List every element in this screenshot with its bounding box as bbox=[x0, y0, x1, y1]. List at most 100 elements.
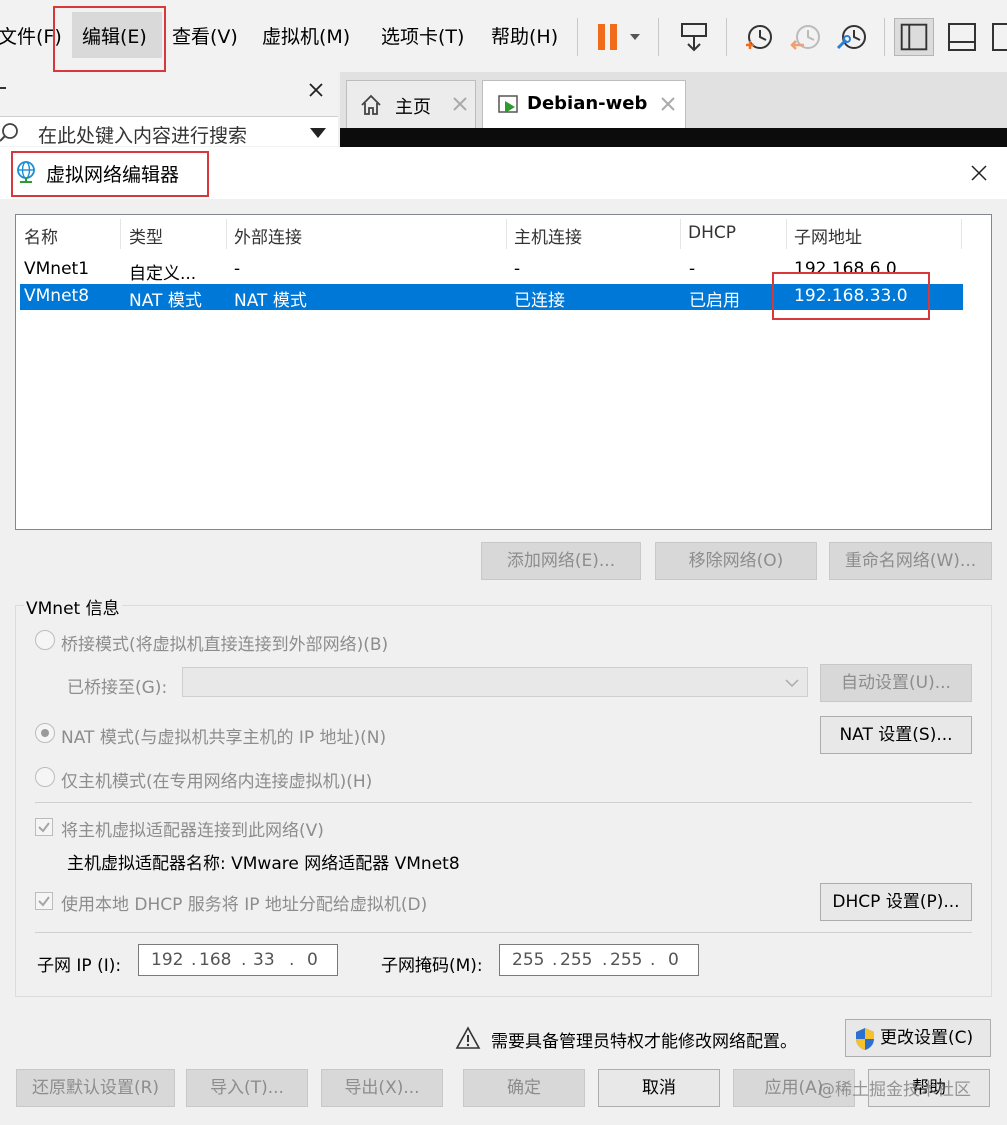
rename-network-button[interactable]: 重命名网络(W)... bbox=[829, 542, 992, 580]
tab-debian-web[interactable]: Debian-web bbox=[482, 80, 686, 128]
column-divider bbox=[226, 219, 227, 249]
chevron-down-icon[interactable] bbox=[308, 127, 328, 139]
auto-settings-button[interactable]: 自动设置(U)... bbox=[820, 664, 972, 702]
import-button[interactable]: 导入(T)... bbox=[186, 1069, 308, 1107]
menu-vm[interactable]: 虚拟机(M) bbox=[262, 22, 350, 49]
cell-name: VMnet1 bbox=[24, 259, 90, 279]
divider bbox=[35, 802, 972, 803]
cell-external: - bbox=[234, 259, 241, 279]
show-library-button[interactable] bbox=[894, 18, 934, 56]
vm-running-icon bbox=[498, 95, 518, 113]
column-header-name[interactable]: 名称 bbox=[24, 223, 58, 248]
ip-dot: . bbox=[241, 950, 247, 970]
change-settings-label: 更改设置(C) bbox=[880, 1028, 974, 1048]
library-edge-icon bbox=[0, 87, 6, 89]
toolbar-separator bbox=[577, 18, 578, 56]
send-ctrl-alt-del-button[interactable] bbox=[676, 18, 716, 56]
dhcp-settings-button[interactable]: DHCP 设置(P)... bbox=[820, 883, 972, 921]
host-only-radio[interactable] bbox=[35, 767, 55, 787]
column-header-subnet[interactable]: 子网地址 bbox=[794, 223, 862, 248]
ip-dot: . bbox=[650, 950, 656, 970]
watermark-text: @稀土掘金技术社区 bbox=[818, 1080, 971, 1100]
tab-home-label: 主页 bbox=[395, 97, 431, 118]
subnet-mask-label: 子网掩码(M): bbox=[381, 956, 483, 976]
menubar: 文件(F) 编辑(E) 查看(V) 虚拟机(M) 选项卡(T) 帮助(H) bbox=[0, 0, 1007, 72]
tab-close-icon[interactable] bbox=[451, 95, 469, 113]
adapter-name-label: 主机虚拟适配器名称: VMware 网络适配器 VMnet8 bbox=[67, 854, 460, 874]
ok-button[interactable]: 确定 bbox=[463, 1069, 585, 1107]
ip-octet: 33 bbox=[253, 950, 275, 970]
cell-host: 已连接 bbox=[514, 291, 565, 311]
column-header-dhcp[interactable]: DHCP bbox=[688, 223, 736, 243]
restore-defaults-button[interactable]: 还原默认设置(R) bbox=[16, 1069, 175, 1107]
search-input[interactable]: 在此处键入内容进行搜索 bbox=[38, 121, 247, 148]
remove-network-button[interactable]: 移除网络(O) bbox=[655, 542, 817, 580]
bridge-mode-radio[interactable] bbox=[35, 630, 55, 650]
fullscreen-button[interactable] bbox=[988, 18, 1007, 56]
dialog-titlebar: 虚拟网络编辑器 bbox=[0, 147, 1007, 199]
nat-mode-radio[interactable] bbox=[35, 723, 55, 743]
column-divider bbox=[506, 219, 507, 249]
connect-adapter-checkbox[interactable] bbox=[35, 818, 53, 836]
column-divider bbox=[961, 219, 962, 249]
fullscreen-icon bbox=[992, 23, 1007, 51]
uac-shield-icon bbox=[856, 1028, 874, 1050]
column-header-host[interactable]: 主机连接 bbox=[514, 223, 582, 248]
library-header-fragment bbox=[0, 80, 8, 99]
library-panel: 在此处键入内容进行搜索 bbox=[0, 72, 338, 147]
host-only-label: 仅主机模式(在专用网络内连接虚拟机)(H) bbox=[61, 772, 373, 792]
nat-settings-button[interactable]: NAT 设置(S)... bbox=[820, 716, 972, 754]
network-list[interactable]: 名称 类型 外部连接 主机连接 DHCP 子网地址 VMnet1 自定义... … bbox=[15, 214, 992, 530]
library-search[interactable]: 在此处键入内容进行搜索 bbox=[0, 116, 338, 148]
tab-close-icon[interactable] bbox=[659, 95, 677, 113]
subnet-ip-label: 子网 IP (I): bbox=[37, 956, 122, 976]
add-network-button[interactable]: 添加网络(E)... bbox=[481, 542, 641, 580]
pause-button[interactable] bbox=[592, 18, 644, 56]
menu-help[interactable]: 帮助(H) bbox=[491, 22, 558, 49]
cell-type: NAT 模式 bbox=[129, 291, 202, 311]
ip-octet: 255 bbox=[610, 950, 643, 970]
bridge-mode-label: 桥接模式(将虚拟机直接连接到外部网络)(B) bbox=[61, 635, 389, 655]
column-header-type[interactable]: 类型 bbox=[129, 223, 163, 248]
column-divider bbox=[786, 219, 787, 249]
cell-dhcp: 已启用 bbox=[689, 291, 740, 311]
checkmark-icon bbox=[38, 822, 50, 833]
cancel-button[interactable]: 取消 bbox=[598, 1069, 720, 1107]
cell-external: NAT 模式 bbox=[234, 291, 307, 311]
checkmark-icon bbox=[38, 896, 50, 907]
ip-octet: 0 bbox=[307, 950, 318, 970]
subnet-ip-input[interactable]: 192 . 168 . 33 . 0 bbox=[138, 944, 338, 976]
column-divider bbox=[120, 219, 121, 249]
snapshot-manager-button[interactable] bbox=[832, 18, 872, 56]
cell-type: 自定义... bbox=[129, 264, 197, 284]
bridged-to-label: 已桥接至(G): bbox=[67, 678, 168, 698]
bridged-to-select[interactable] bbox=[182, 667, 808, 697]
dhcp-label: 使用本地 DHCP 服务将 IP 地址分配给虚拟机(D) bbox=[61, 895, 428, 915]
ip-octet: 192 bbox=[151, 950, 184, 970]
take-snapshot-button[interactable] bbox=[738, 18, 778, 56]
column-header-external[interactable]: 外部连接 bbox=[234, 223, 302, 248]
tab-home[interactable]: 主页 bbox=[346, 80, 476, 128]
change-settings-button[interactable]: 更改设置(C) bbox=[845, 1019, 991, 1057]
tab-bar: 主页 Debian-web bbox=[340, 72, 1007, 128]
show-thumbnail-bar-button[interactable] bbox=[942, 18, 982, 56]
export-button[interactable]: 导出(X)... bbox=[321, 1069, 443, 1107]
close-icon bbox=[309, 83, 323, 97]
ip-octet: 168 bbox=[199, 950, 232, 970]
group-title: VMnet 信息 bbox=[24, 594, 122, 619]
menu-tabs[interactable]: 选项卡(T) bbox=[381, 22, 464, 49]
connect-adapter-label: 将主机虚拟适配器连接到此网络(V) bbox=[61, 821, 324, 841]
highlight-box-dialog-title bbox=[11, 151, 209, 197]
subnet-mask-input[interactable]: 255 . 255 . 255 . 0 bbox=[499, 944, 699, 976]
thumbnail-bar-icon bbox=[948, 23, 976, 51]
home-icon bbox=[361, 94, 381, 115]
vm-display-strip bbox=[340, 128, 1007, 147]
revert-snapshot-button[interactable] bbox=[786, 18, 826, 56]
library-close-button[interactable] bbox=[306, 80, 326, 100]
cell-name: VMnet8 bbox=[24, 286, 90, 306]
toolbar-separator bbox=[658, 18, 659, 56]
dialog-close-button[interactable] bbox=[969, 163, 989, 183]
send-keys-icon bbox=[681, 23, 707, 52]
menu-view[interactable]: 查看(V) bbox=[172, 22, 238, 49]
dhcp-checkbox[interactable] bbox=[35, 892, 53, 910]
